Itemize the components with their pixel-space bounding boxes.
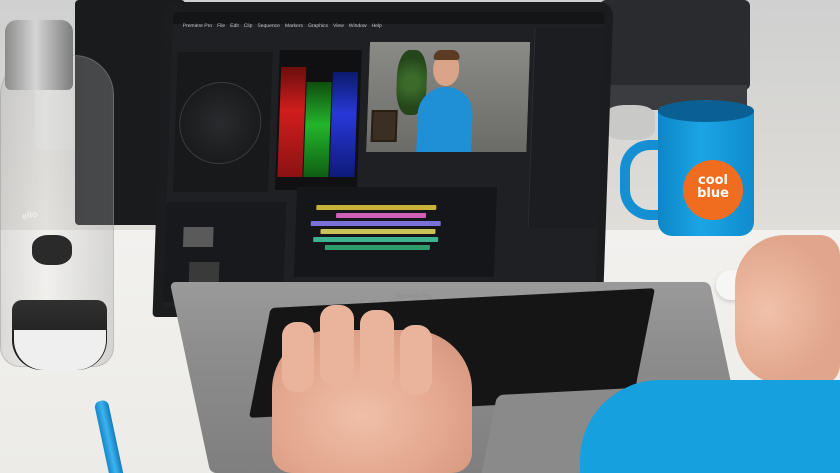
frame-person-hair <box>433 50 460 60</box>
project-thumbnail <box>182 227 214 247</box>
app-menubar: Premiere Pro File Edit Clip Sequence Markers G… <box>172 12 606 29</box>
parade-blue <box>329 72 359 177</box>
menu-item: Help <box>371 23 382 29</box>
menu-item: Markers <box>284 23 304 29</box>
menu-item: Window <box>348 23 367 29</box>
clip-teal <box>313 237 439 242</box>
finger <box>360 310 394 388</box>
clip-purple <box>310 221 441 226</box>
menu-item: Clip <box>243 23 253 29</box>
finger <box>400 325 432 395</box>
apple-logo-icon <box>32 235 72 265</box>
menu-item: View <box>332 23 344 29</box>
laptop-brand-label: MacBook Pro <box>395 294 432 300</box>
lumetri-color-panel <box>527 28 606 228</box>
clip-yellow <box>316 205 437 210</box>
monitor-foot <box>605 105 655 140</box>
menu-items: Premiere Pro File Edit Clip Sequence Markers G… <box>182 14 387 32</box>
frame-person-shirt <box>416 87 474 152</box>
clip-pink <box>335 213 427 218</box>
mug-rim <box>658 100 754 122</box>
project-folder-thumbnail <box>188 262 220 282</box>
background-monitor-right <box>600 0 750 90</box>
frame-picture <box>370 110 398 142</box>
bottle-base-white <box>14 330 106 370</box>
left-hand <box>272 305 472 473</box>
menu-item: Premiere Pro <box>182 23 213 29</box>
photo-scene: Premiere Pro File Edit Clip Sequence Markers G… <box>0 0 840 473</box>
finger <box>282 322 314 392</box>
menu-item: File <box>217 23 226 29</box>
menu-item: Edit <box>230 23 239 29</box>
clip-yellow-2 <box>320 229 436 234</box>
finger <box>320 305 354 385</box>
mug-logo: cool blue <box>683 160 743 220</box>
blue-sleeve <box>580 380 840 473</box>
mug-logo-line2: blue <box>697 186 729 201</box>
menu-item: Graphics <box>307 23 329 29</box>
menu-item: Sequence <box>257 23 281 29</box>
clip-green <box>324 245 431 250</box>
right-hand <box>735 235 840 385</box>
timeline-panel <box>293 187 498 277</box>
parade-green <box>303 82 332 177</box>
parade-red <box>277 67 307 177</box>
bottle-cap <box>5 20 73 90</box>
laptop-screen: Premiere Pro File Edit Clip Sequence Markers G… <box>162 12 606 307</box>
